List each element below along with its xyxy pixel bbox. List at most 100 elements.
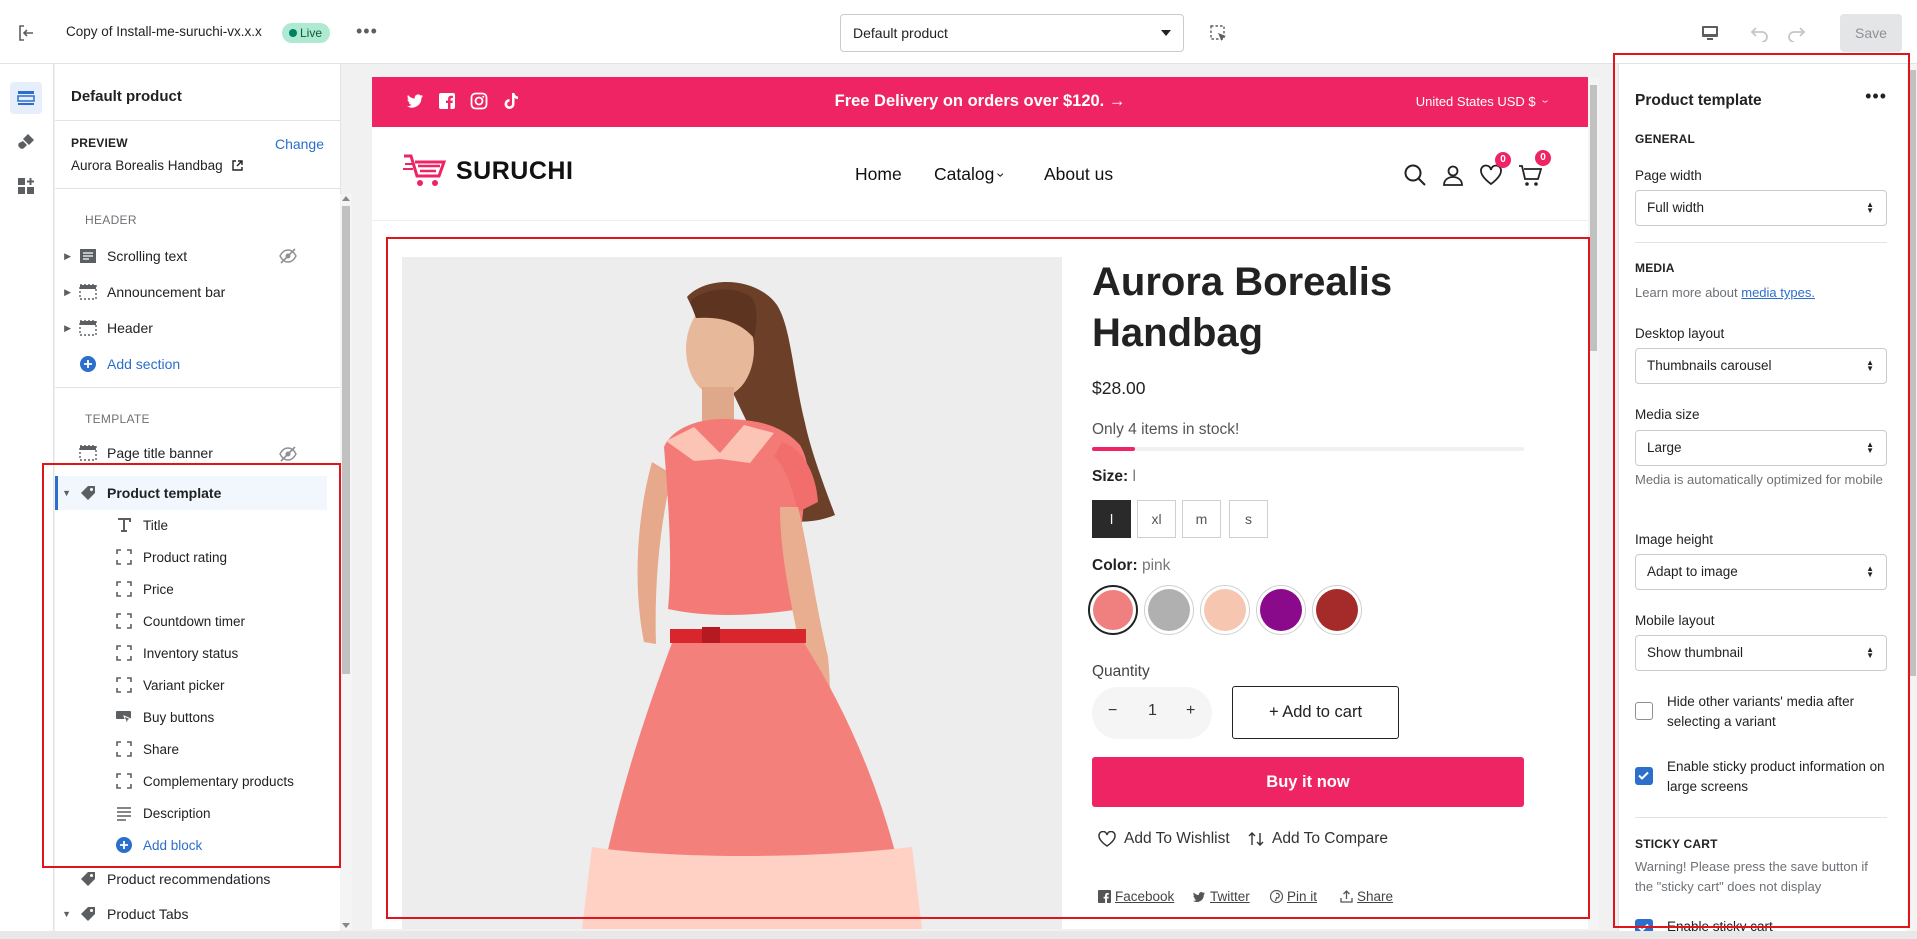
nav-catalog[interactable]: Catalog › [934,164,1010,185]
desktop-layout-select[interactable]: Thumbnails carousel ▲ ▼ [1635,348,1887,384]
expand-arrow-icon[interactable]: ▶ [55,323,77,334]
settings-scrollbar[interactable] [1907,64,1917,939]
sections-scrollbar[interactable] [340,194,352,930]
section-product-recommendations[interactable]: Product recommendations [55,865,325,893]
theme-title: Copy of Install-me-suruchi-vx.x.x [66,24,262,39]
exit-icon[interactable] [14,22,38,44]
media-types-link[interactable]: media types. [1741,285,1815,300]
block-variant-picker[interactable]: Variant picker [113,671,325,699]
announcement-text[interactable]: Free Delivery on orders over $120. → [372,92,1588,111]
account-icon[interactable] [1441,163,1467,189]
quantity-stepper[interactable]: − 1 + [1092,687,1212,739]
share-facebook-link[interactable]: Facebook [1098,889,1174,904]
page-width-select[interactable]: Full width ▲ ▼ [1635,190,1887,226]
block-price[interactable]: Price [113,575,325,603]
template-select[interactable]: Default product [840,14,1184,52]
desktop-layout-label: Desktop layout [1635,326,1725,341]
block-description[interactable]: Description [113,799,325,827]
quantity-minus-button[interactable]: − [1108,702,1117,720]
color-label: Color: [1092,557,1138,574]
store-logo[interactable]: SURUCHI [402,152,573,190]
scrollbar-thumb[interactable] [1909,70,1916,676]
block-product-rating[interactable]: Product rating [113,543,325,571]
color-swatch-grey[interactable] [1144,585,1194,635]
color-swatch-red[interactable] [1312,585,1362,635]
scrollbar-thumb[interactable] [342,206,350,674]
change-preview-link[interactable]: Change [275,136,324,152]
expand-arrow-icon[interactable]: ▶ [55,251,77,262]
product-title: Aurora Borealis Handbag [1092,257,1452,359]
inspector-icon[interactable] [1207,22,1231,46]
color-swatch-pink[interactable] [1088,585,1138,635]
swatch-fill [1148,589,1190,631]
add-section-button[interactable]: Add section [55,350,325,378]
media-help: Learn more about media types. [1635,283,1885,303]
section-scrolling-text[interactable]: ▶ Scrolling text [55,242,325,270]
preview-label: PREVIEW [71,136,128,150]
apps-tab[interactable] [10,170,42,202]
sections-tab[interactable] [10,82,42,114]
section-announcement-bar[interactable]: ▶ Announcement bar [55,278,325,306]
preview-scrollbar[interactable] [1588,77,1599,929]
mobile-layout-select[interactable]: Show thumbnail ▲ ▼ [1635,635,1887,671]
image-height-select[interactable]: Adapt to image ▲ ▼ [1635,554,1887,590]
cart-icon[interactable] [1518,163,1544,189]
scroll-up-icon[interactable] [342,196,350,201]
share-pinterest-link[interactable]: Pin it [1270,889,1317,904]
preview-product[interactable]: Aurora Borealis Handbag [71,158,244,173]
size-button-m[interactable]: m [1182,500,1221,538]
color-swatch-purple[interactable] [1256,585,1306,635]
media-size-select[interactable]: Large ▲ ▼ [1635,430,1887,466]
block-buy-buttons[interactable]: Buy buttons [113,703,325,731]
size-button-s[interactable]: s [1229,500,1268,538]
theme-settings-tab[interactable] [10,126,42,158]
desktop-view-icon[interactable] [1698,22,1722,44]
more-actions-icon[interactable]: ••• [356,22,378,40]
more-options-icon[interactable]: ••• [1865,87,1887,105]
section-product-template[interactable]: ▼ Product template [55,476,327,510]
search-icon[interactable] [1403,163,1429,189]
section-product-tabs[interactable]: ▼ Product Tabs [55,900,325,928]
share-generic-link[interactable]: Share [1340,889,1393,904]
buy-now-button[interactable]: Buy it now [1092,757,1524,807]
block-share[interactable]: Share [113,735,325,763]
nav-about-us[interactable]: About us [1044,164,1113,185]
collapse-arrow-icon[interactable]: ▼ [55,909,77,919]
product-image[interactable] [402,257,1062,929]
hide-variants-checkbox[interactable] [1635,702,1653,720]
add-to-wishlist-button[interactable]: Add To Wishlist [1098,830,1230,848]
expand-arrow-icon[interactable]: ▶ [55,287,77,298]
undo-icon[interactable] [1748,22,1772,44]
block-complementary-products[interactable]: Complementary products [113,767,325,795]
save-button[interactable]: Save [1840,14,1902,52]
sticky-info-checkbox[interactable] [1635,767,1653,785]
quantity-value[interactable]: 1 [1148,702,1157,720]
add-to-cart-button[interactable]: + Add to cart [1232,686,1399,739]
size-button-xl[interactable]: xl [1137,500,1176,538]
section-header[interactable]: ▶ Header [55,314,325,342]
quantity-plus-button[interactable]: + [1186,702,1195,720]
block-label: Share [143,741,180,757]
swatch-fill [1260,589,1302,631]
block-title[interactable]: Title [113,511,325,539]
add-to-compare-button[interactable]: Add To Compare [1248,830,1388,848]
block-icon [113,611,135,631]
eye-hidden-icon[interactable] [279,445,297,463]
share-twitter-link[interactable]: Twitter [1192,889,1250,904]
preview-product-name: Aurora Borealis Handbag [71,158,223,173]
color-swatch-peach[interactable] [1200,585,1250,635]
collapse-arrow-icon[interactable]: ▼ [58,488,77,498]
currency-selector[interactable]: United States USD $ › [1416,94,1554,109]
scroll-down-icon[interactable] [342,923,350,928]
section-page-title-banner[interactable]: Page title banner [55,440,325,466]
mobile-layout-label: Mobile layout [1635,613,1715,628]
block-inventory-status[interactable]: Inventory status [113,639,325,667]
size-button-l[interactable]: l [1092,500,1131,538]
add-block-button[interactable]: Add block [113,831,325,859]
nav-home[interactable]: Home [855,164,902,185]
block-countdown-timer[interactable]: Countdown timer [113,607,325,635]
scrollbar-thumb[interactable] [1590,85,1597,351]
live-badge: Live [282,23,331,43]
redo-icon[interactable] [1784,22,1808,44]
eye-hidden-icon[interactable] [279,247,297,265]
